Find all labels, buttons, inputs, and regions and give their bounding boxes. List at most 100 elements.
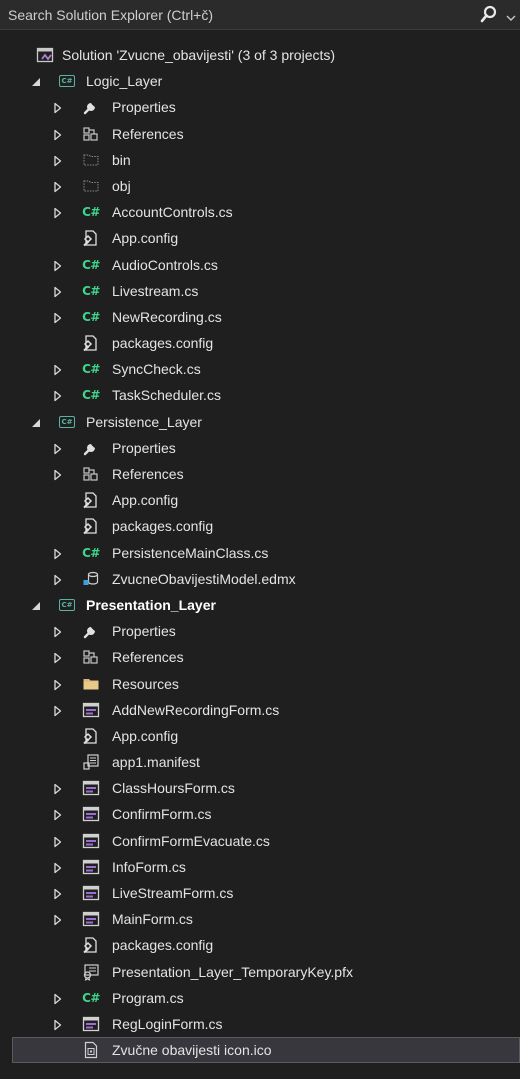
tree-item-bin[interactable]: bin <box>0 147 520 173</box>
config-file-icon <box>82 936 100 954</box>
tree-item-presentation-layer-temporarykey-pfx[interactable]: Presentation_Layer_TemporaryKey.pfx <box>0 959 520 985</box>
tree-item-taskscheduler-cs[interactable]: C# TaskScheduler.cs <box>0 382 520 408</box>
expanded-arrow-icon[interactable] <box>30 416 42 428</box>
collapsed-arrow-icon[interactable] <box>52 678 64 690</box>
tree-item-accountcontrols-cs[interactable]: C# AccountControls.cs <box>0 199 520 225</box>
tree-item-label: packages.config <box>112 335 214 352</box>
collapsed-arrow-icon[interactable] <box>52 180 64 193</box>
tree-item-label: References <box>112 125 184 142</box>
tree-item-program-cs[interactable]: C# Program.cs <box>0 985 520 1011</box>
collapsed-arrow-icon[interactable] <box>52 573 64 585</box>
tree-item-label: Program.cs <box>112 989 184 1006</box>
tree-item-label: PersistenceMainClass.cs <box>112 544 269 561</box>
tree-item-label: Logic_Layer <box>86 73 163 90</box>
collapsed-arrow-icon[interactable] <box>52 259 64 271</box>
collapsed-arrow-icon[interactable] <box>52 285 64 297</box>
tree-item-references[interactable]: References <box>0 461 520 487</box>
tree-item-label: Presentation_Layer <box>86 596 216 613</box>
collapsed-arrow-icon[interactable] <box>52 311 64 324</box>
collapsed-arrow-icon[interactable] <box>52 468 64 481</box>
form-icon <box>82 1015 100 1033</box>
config-file-icon <box>82 491 100 509</box>
tree-item-label: App.config <box>112 230 179 247</box>
tree-item-persistencemainclass-cs[interactable]: C# PersistenceMainClass.cs <box>0 540 520 566</box>
search-bar[interactable]: Search Solution Explorer (Ctrl+č) <box>0 0 520 30</box>
tree-item-addnewrecordingform-cs[interactable]: AddNewRecordingForm.cs <box>0 697 520 723</box>
collapsed-arrow-icon[interactable] <box>52 704 64 716</box>
search-icon[interactable] <box>480 5 498 25</box>
tree-item-classhoursform-cs[interactable]: ClassHoursForm.cs <box>0 775 520 801</box>
expanded-arrow-icon[interactable] <box>30 599 42 611</box>
collapsed-arrow-icon[interactable] <box>52 861 64 873</box>
tree-item-livestream-cs[interactable]: C# Livestream.cs <box>0 278 520 304</box>
collapsed-arrow-icon[interactable] <box>52 887 64 900</box>
csharp-project-icon: C# <box>58 413 76 431</box>
collapsed-arrow-icon[interactable] <box>52 389 64 402</box>
tree-item-confirmform-cs[interactable]: ConfirmForm.cs <box>0 801 520 827</box>
tree-item-label: packages.config <box>112 518 214 535</box>
tree-item-confirmformevacuate-cs[interactable]: ConfirmFormEvacuate.cs <box>0 828 520 854</box>
tree-item-app-config[interactable]: App.config <box>0 487 520 513</box>
tree-item-packages-config[interactable]: packages.config <box>0 513 520 539</box>
wrench-icon <box>82 622 100 640</box>
config-file-icon <box>82 517 100 535</box>
collapsed-arrow-icon[interactable] <box>52 835 64 847</box>
collapsed-arrow-icon[interactable] <box>52 128 64 140</box>
collapsed-arrow-icon[interactable] <box>52 363 64 376</box>
tree-item-audiocontrols-cs[interactable]: C# AudioControls.cs <box>0 252 520 278</box>
tree-item-label: Persistence_Layer <box>86 413 202 430</box>
tree-item-mainform-cs[interactable]: MainForm.cs <box>0 906 520 932</box>
tree-item-synccheck-cs[interactable]: C# SyncCheck.cs <box>0 356 520 382</box>
csharp-file-icon: C# <box>82 257 100 272</box>
tree-item-label: ConfirmFormEvacuate.cs <box>112 832 270 849</box>
tree-item-label: Zvučne obavijesti icon.ico <box>112 1042 272 1059</box>
tree-item-zvu-ne-obavijesti-icon-ico[interactable]: Zvučne obavijesti icon.ico <box>12 1037 520 1064</box>
tree-item-persistence-layer[interactable]: C# Persistence_Layer <box>0 409 520 435</box>
tree-item-presentation-layer[interactable]: C# Presentation_Layer <box>0 592 520 618</box>
collapsed-arrow-icon[interactable] <box>52 808 64 821</box>
tree-item-solution-zvucne-obavijesti-3-of-3-projects[interactable]: Solution 'Zvucne_obavijesti' (3 of 3 pro… <box>0 42 520 68</box>
tree-item-references[interactable]: References <box>0 644 520 670</box>
ico-file-icon <box>82 1041 100 1059</box>
search-input[interactable]: Search Solution Explorer (Ctrl+č) <box>8 7 520 23</box>
collapsed-arrow-icon[interactable] <box>52 913 64 926</box>
tree-item-properties[interactable]: Properties <box>0 618 520 644</box>
search-options-chevron-down-icon[interactable] <box>506 10 516 21</box>
tree-item-obj[interactable]: obj <box>0 173 520 199</box>
tree-item-livestreamform-cs[interactable]: LiveStreamForm.cs <box>0 880 520 906</box>
tree-item-resources[interactable]: Resources <box>0 671 520 697</box>
collapsed-arrow-icon[interactable] <box>52 782 64 795</box>
collapsed-arrow-icon[interactable] <box>52 547 64 559</box>
collapsed-arrow-icon[interactable] <box>52 992 64 1004</box>
tree-item-label: AccountControls.cs <box>112 204 233 221</box>
tree-item-packages-config[interactable]: packages.config <box>0 330 520 356</box>
tree-item-newrecording-cs[interactable]: C# NewRecording.cs <box>0 304 520 330</box>
expanded-arrow-icon[interactable] <box>30 75 42 87</box>
collapsed-arrow-icon[interactable] <box>52 625 64 638</box>
tree-item-logic-layer[interactable]: C# Logic_Layer <box>0 68 520 94</box>
tree-item-regloginform-cs[interactable]: RegLoginForm.cs <box>0 1011 520 1037</box>
csharp-file-icon: C# <box>82 205 100 220</box>
csharp-project-icon: C# <box>58 596 76 614</box>
tree-item-properties[interactable]: Properties <box>0 435 520 461</box>
config-file-icon <box>82 727 100 745</box>
folder-dashed-icon <box>82 151 100 169</box>
tree-item-packages-config[interactable]: packages.config <box>0 932 520 958</box>
manifest-icon <box>82 753 100 771</box>
collapsed-arrow-icon[interactable] <box>52 101 64 114</box>
collapsed-arrow-icon[interactable] <box>52 651 64 664</box>
collapsed-arrow-icon[interactable] <box>52 206 64 219</box>
tree-item-label: References <box>112 466 184 482</box>
tree-item-infoform-cs[interactable]: InfoForm.cs <box>0 854 520 880</box>
tree-item-app-config[interactable]: App.config <box>0 723 520 749</box>
collapsed-arrow-icon[interactable] <box>52 442 64 454</box>
form-icon <box>82 701 100 719</box>
wrench-icon <box>82 98 100 116</box>
tree-item-properties[interactable]: Properties <box>0 94 520 120</box>
collapsed-arrow-icon[interactable] <box>52 154 64 166</box>
tree-item-zvucneobavijestimodel-edmx[interactable]: ZvucneObavijestiModel.edmx <box>0 566 520 592</box>
tree-item-app1-manifest[interactable]: app1.manifest <box>0 749 520 775</box>
collapsed-arrow-icon[interactable] <box>52 1018 64 1031</box>
tree-item-references[interactable]: References <box>0 121 520 147</box>
tree-item-app-config[interactable]: App.config <box>0 225 520 251</box>
